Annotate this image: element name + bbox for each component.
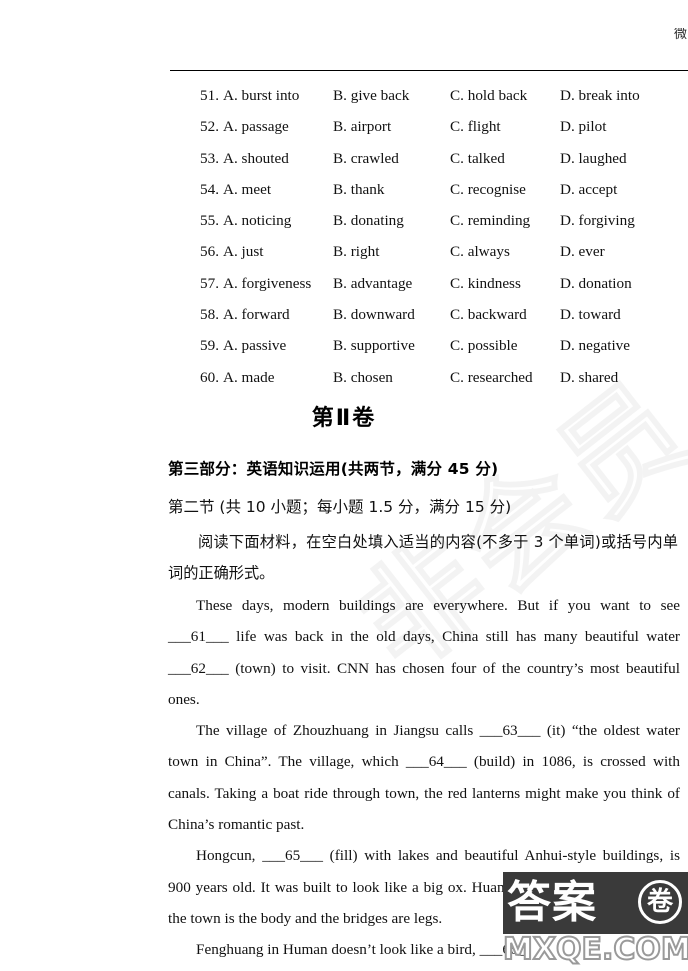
option-number: 58.	[200, 306, 219, 324]
option-choice-d[interactable]: D. shared	[560, 362, 618, 393]
table-row: 55. A. noticing B. donating C. reminding…	[0, 205, 688, 236]
option-choice-c[interactable]: C. recognise	[450, 174, 526, 205]
option-choice-b[interactable]: B. give back	[333, 80, 409, 111]
option-number: 57.	[200, 274, 219, 292]
logo-domain-text: MXQE.COM	[503, 931, 688, 968]
option-choice-a[interactable]: A. forgiveness	[223, 268, 311, 299]
table-row: 60. A. made B. chosen C. researched D. s…	[0, 362, 688, 393]
option-number: 55.	[200, 212, 219, 230]
passage-paragraph-2: The village of Zhouzhuang in Jiangsu cal…	[168, 722, 680, 834]
option-number: 52.	[200, 118, 219, 136]
option-choice-d[interactable]: D. toward	[560, 299, 621, 330]
option-choice-c[interactable]: C. talked	[450, 143, 505, 174]
passage-paragraph-1: These days, modern buildings are everywh…	[168, 597, 680, 708]
logo-circle-icon: 卷	[638, 880, 682, 924]
option-choice-d[interactable]: D. pilot	[560, 111, 606, 142]
option-choice-c[interactable]: C. flight	[450, 111, 501, 142]
option-number: 51.	[200, 87, 219, 104]
page-title: 第Ⅱ卷	[311, 406, 377, 431]
option-choice-b[interactable]: B. right	[333, 236, 379, 267]
option-choice-c[interactable]: C. reminding	[450, 205, 530, 236]
logo-banner: 答案 卷	[503, 872, 688, 934]
option-choice-b[interactable]: B. downward	[333, 299, 415, 330]
option-choice-c[interactable]: C. backward	[450, 299, 527, 330]
option-choice-c[interactable]: C. kindness	[450, 268, 521, 299]
document-page: 非会员 微 51. A. burst into B. give back C. …	[0, 0, 688, 971]
option-choice-a[interactable]: A. made	[223, 362, 274, 393]
option-choice-c[interactable]: C. hold back	[450, 80, 527, 111]
option-choice-d[interactable]: D. break into	[560, 80, 640, 111]
option-number: 59.	[200, 337, 219, 355]
option-choice-d[interactable]: D. forgiving	[560, 205, 635, 236]
option-choice-b[interactable]: B. thank	[333, 174, 384, 205]
option-choice-a[interactable]: A. meet	[223, 174, 271, 205]
table-row: 57. A. forgiveness B. advantage C. kindn…	[0, 268, 688, 299]
option-choice-c[interactable]: C. researched	[450, 362, 533, 393]
option-choice-d[interactable]: D. negative	[560, 330, 630, 361]
option-choice-d[interactable]: D. donation	[560, 268, 632, 299]
option-choice-c[interactable]: C. possible	[450, 330, 518, 361]
option-number: 56.	[200, 243, 219, 261]
option-number: 54.	[200, 180, 219, 198]
option-choice-d[interactable]: D. accept	[560, 174, 617, 205]
option-choice-a[interactable]: A. passive	[223, 330, 286, 361]
table-row: 52. A. passage B. airport C. flight D. p…	[0, 111, 688, 142]
option-choice-b[interactable]: B. airport	[333, 111, 391, 142]
option-choice-b[interactable]: B. chosen	[333, 362, 393, 393]
option-number: 53.	[200, 149, 219, 167]
part-heading: 第三部分：英语知识运用(共两节，满分 45 分)	[168, 460, 499, 478]
option-number: 60.	[200, 368, 219, 386]
option-choice-a[interactable]: A. forward	[223, 299, 290, 330]
option-choice-d[interactable]: D. laughed	[560, 143, 627, 174]
option-choice-a[interactable]: A. just	[223, 236, 264, 267]
site-logo-watermark: 答案 卷 MXQE.COM	[503, 872, 688, 971]
logo-text: 答案	[507, 877, 597, 928]
option-choice-a[interactable]: A. burst into	[223, 80, 299, 111]
table-row: 56. A. just B. right C. always D. ever	[0, 236, 688, 267]
table-row: 58. A. forward B. downward C. backward D…	[0, 299, 688, 330]
option-choice-b[interactable]: B. donating	[333, 205, 404, 236]
option-choice-a[interactable]: A. passage	[223, 111, 289, 142]
option-choice-c[interactable]: C. always	[450, 236, 510, 267]
cloze-options-list: 51. A. burst into B. give back C. hold b…	[0, 80, 688, 393]
table-row: 51. A. burst into B. give back C. hold b…	[0, 80, 688, 111]
table-row: 53. A. shouted B. crawled C. talked D. l…	[0, 143, 688, 174]
table-row: 54. A. meet B. thank C. recognise D. acc…	[0, 174, 688, 205]
option-choice-a[interactable]: A. noticing	[223, 205, 291, 236]
section-heading: 第二节 (共 10 小题；每小题 1.5 分，满分 15 分)	[168, 498, 512, 516]
table-row: 59. A. passive B. supportive C. possible…	[0, 330, 688, 361]
corner-mark: 微	[674, 28, 688, 41]
header-divider	[170, 70, 688, 71]
option-choice-b[interactable]: B. crawled	[333, 143, 399, 174]
option-choice-b[interactable]: B. supportive	[333, 330, 415, 361]
instruction-text: 阅读下面材料，在空白处填入适当的内容(不多于 3 个单词)或括号内单词的正确形式…	[168, 533, 678, 583]
option-choice-b[interactable]: B. advantage	[333, 268, 412, 299]
option-choice-d[interactable]: D. ever	[560, 236, 605, 267]
option-choice-a[interactable]: A. shouted	[223, 143, 289, 174]
